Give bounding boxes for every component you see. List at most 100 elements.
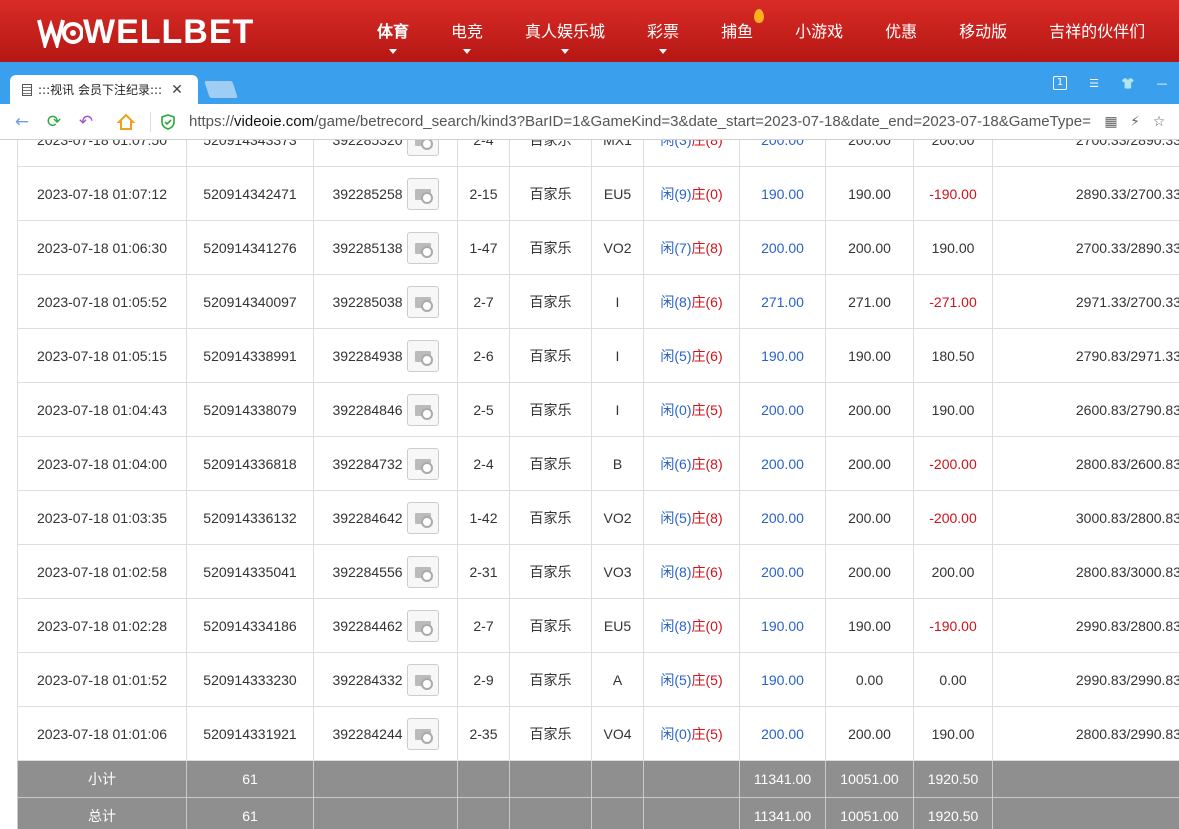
empty-cell bbox=[509, 760, 592, 798]
payout: -190.00 bbox=[913, 598, 993, 653]
nav-sports[interactable]: 体育 bbox=[356, 0, 430, 62]
table-row: 2023-07-18 01:04:43 520914338079 392284846… bbox=[17, 382, 1179, 437]
balance: 2700.33/2890.33 bbox=[992, 140, 1179, 167]
new-tab-button[interactable] bbox=[204, 81, 238, 98]
bet-records-table: 2023-07-18 01:07:50 520914343373 3922853… bbox=[17, 140, 1179, 829]
order-number: 520914333230 bbox=[186, 652, 314, 707]
bet-amount: 190.00 bbox=[739, 652, 826, 707]
nav-fishing[interactable]: 捕鱼 bbox=[700, 0, 774, 62]
caret-down-icon bbox=[463, 49, 472, 54]
subtotal-payout: 1920.50 bbox=[913, 760, 993, 798]
bet-amount: 200.00 bbox=[739, 544, 826, 599]
balance: 2971.33/2700.33 bbox=[992, 274, 1179, 329]
replay-video-icon[interactable] bbox=[406, 717, 439, 750]
order-number: 520914341276 bbox=[186, 220, 314, 275]
nav-label: 真人娱乐城 bbox=[525, 22, 606, 41]
back-arrow-icon[interactable]: ← bbox=[13, 112, 31, 132]
security-shield-icon[interactable] bbox=[161, 114, 175, 130]
payout: 200.00 bbox=[913, 140, 993, 167]
table-code: VO2 bbox=[591, 220, 644, 275]
table-row: 2023-07-18 01:04:00 520914336818 392284732… bbox=[17, 436, 1179, 491]
browser-tab-active[interactable]: :::视讯 会员下注纪录::: ✕ bbox=[10, 75, 198, 104]
replay-video-icon[interactable] bbox=[406, 339, 439, 372]
nav-label: 优惠 bbox=[885, 22, 918, 41]
banker-result: 庄(6) bbox=[691, 347, 723, 364]
table-row: 2023-07-18 01:02:58 520914335041 392284556… bbox=[17, 544, 1179, 599]
nav-esports[interactable]: 电竞 bbox=[430, 0, 504, 62]
bet-id: 392284642 bbox=[332, 509, 403, 526]
menu-icon[interactable]: ☰ bbox=[1077, 74, 1111, 92]
close-icon[interactable]: ✕ bbox=[170, 82, 184, 98]
result: 闲(3)庄(8) bbox=[643, 140, 740, 167]
star-icon[interactable]: ☆ bbox=[1147, 113, 1171, 131]
balance: 2790.83/2971.33 bbox=[992, 328, 1179, 383]
tab-count-icon[interactable]: 1 bbox=[1043, 74, 1077, 92]
qr-code-icon[interactable]: ▦ bbox=[1099, 113, 1123, 131]
url-input[interactable]: https://videoie.com/game/betrecord_searc… bbox=[189, 111, 1101, 133]
nav-mini-games[interactable]: 小游戏 bbox=[774, 0, 864, 62]
bet-amount: 200.00 bbox=[739, 220, 826, 275]
bet-time: 2023-07-18 01:06:30 bbox=[17, 220, 187, 275]
refresh-icon[interactable]: ⟳ bbox=[45, 112, 63, 132]
bet-id-cell: 392284846 bbox=[313, 382, 458, 437]
undo-icon[interactable]: ↶ bbox=[77, 112, 95, 132]
table-row: 2023-07-18 01:03:35 520914336132 392284642… bbox=[17, 490, 1179, 545]
replay-video-icon[interactable] bbox=[406, 177, 439, 210]
player-result: 闲(5) bbox=[660, 671, 692, 688]
empty-cell bbox=[313, 797, 458, 829]
subtotal-label: 小计 bbox=[17, 760, 187, 798]
empty-cell bbox=[509, 797, 592, 829]
game-type: 百家乐 bbox=[509, 490, 592, 545]
minimize-icon[interactable]: — bbox=[1145, 74, 1179, 92]
order-number: 520914338991 bbox=[186, 328, 314, 383]
lightning-icon[interactable]: ⚡ bbox=[1123, 113, 1147, 131]
replay-video-icon[interactable] bbox=[406, 447, 439, 480]
replay-video-icon[interactable] bbox=[406, 501, 439, 534]
site-logo[interactable]: WELLBET bbox=[37, 14, 254, 50]
bet-id-cell: 392285038 bbox=[313, 274, 458, 329]
address-actions: ▦ ⚡ ☆ bbox=[1099, 113, 1171, 131]
nav-label: 小游戏 bbox=[795, 22, 844, 41]
nav-mobile[interactable]: 移动版 bbox=[938, 0, 1028, 62]
page-content: 2023-07-18 01:07:50 520914343373 3922853… bbox=[0, 140, 1179, 829]
round: 2-9 bbox=[457, 652, 510, 707]
empty-cell bbox=[591, 760, 644, 798]
table-code: VO4 bbox=[591, 706, 644, 761]
bet-time: 2023-07-18 01:02:28 bbox=[17, 598, 187, 653]
player-result: 闲(5) bbox=[660, 509, 692, 526]
round: 2-31 bbox=[457, 544, 510, 599]
bet-time: 2023-07-18 01:05:15 bbox=[17, 328, 187, 383]
tab-count-badge: 1 bbox=[1052, 76, 1068, 90]
game-type: 百家乐 bbox=[509, 544, 592, 599]
player-result: 闲(0) bbox=[660, 401, 692, 418]
payout: 180.50 bbox=[913, 328, 993, 383]
banker-result: 庄(8) bbox=[692, 140, 723, 148]
replay-video-icon[interactable] bbox=[406, 393, 439, 426]
home-icon[interactable] bbox=[117, 113, 135, 131]
nav-partners[interactable]: 吉祥的伙伴们 bbox=[1028, 0, 1166, 62]
nav-live-casino[interactable]: 真人娱乐城 bbox=[504, 0, 626, 62]
bet-id-cell: 392284642 bbox=[313, 490, 458, 545]
empty-cell bbox=[457, 797, 510, 829]
round: 1-47 bbox=[457, 220, 510, 275]
table-code: EU5 bbox=[591, 598, 644, 653]
result: 闲(0)庄(5) bbox=[643, 706, 740, 761]
player-result: 闲(7) bbox=[660, 239, 692, 256]
replay-video-icon[interactable] bbox=[406, 140, 439, 156]
replay-video-icon[interactable] bbox=[406, 663, 439, 696]
replay-video-icon[interactable] bbox=[406, 231, 439, 264]
valid-bet: 190.00 bbox=[825, 166, 914, 221]
site-header: WELLBET 体育 电竞 真人娱乐城 彩票 捕鱼 小游戏 优惠 移动版 吉祥的… bbox=[0, 0, 1179, 62]
game-type: 百家乐 bbox=[509, 598, 592, 653]
skin-icon[interactable]: 👕 bbox=[1111, 74, 1145, 92]
replay-video-icon[interactable] bbox=[406, 285, 439, 318]
nav-lottery[interactable]: 彩票 bbox=[626, 0, 700, 62]
table-row: 2023-07-18 01:01:06 520914331921 392284244… bbox=[17, 706, 1179, 761]
nav-promotions[interactable]: 优惠 bbox=[864, 0, 938, 62]
replay-video-icon[interactable] bbox=[406, 555, 439, 588]
replay-video-icon[interactable] bbox=[406, 609, 439, 642]
bet-id-cell: 392284938 bbox=[313, 328, 458, 383]
order-number: 520914340097 bbox=[186, 274, 314, 329]
table-code: I bbox=[591, 274, 644, 329]
game-type: 百家乐 bbox=[509, 706, 592, 761]
